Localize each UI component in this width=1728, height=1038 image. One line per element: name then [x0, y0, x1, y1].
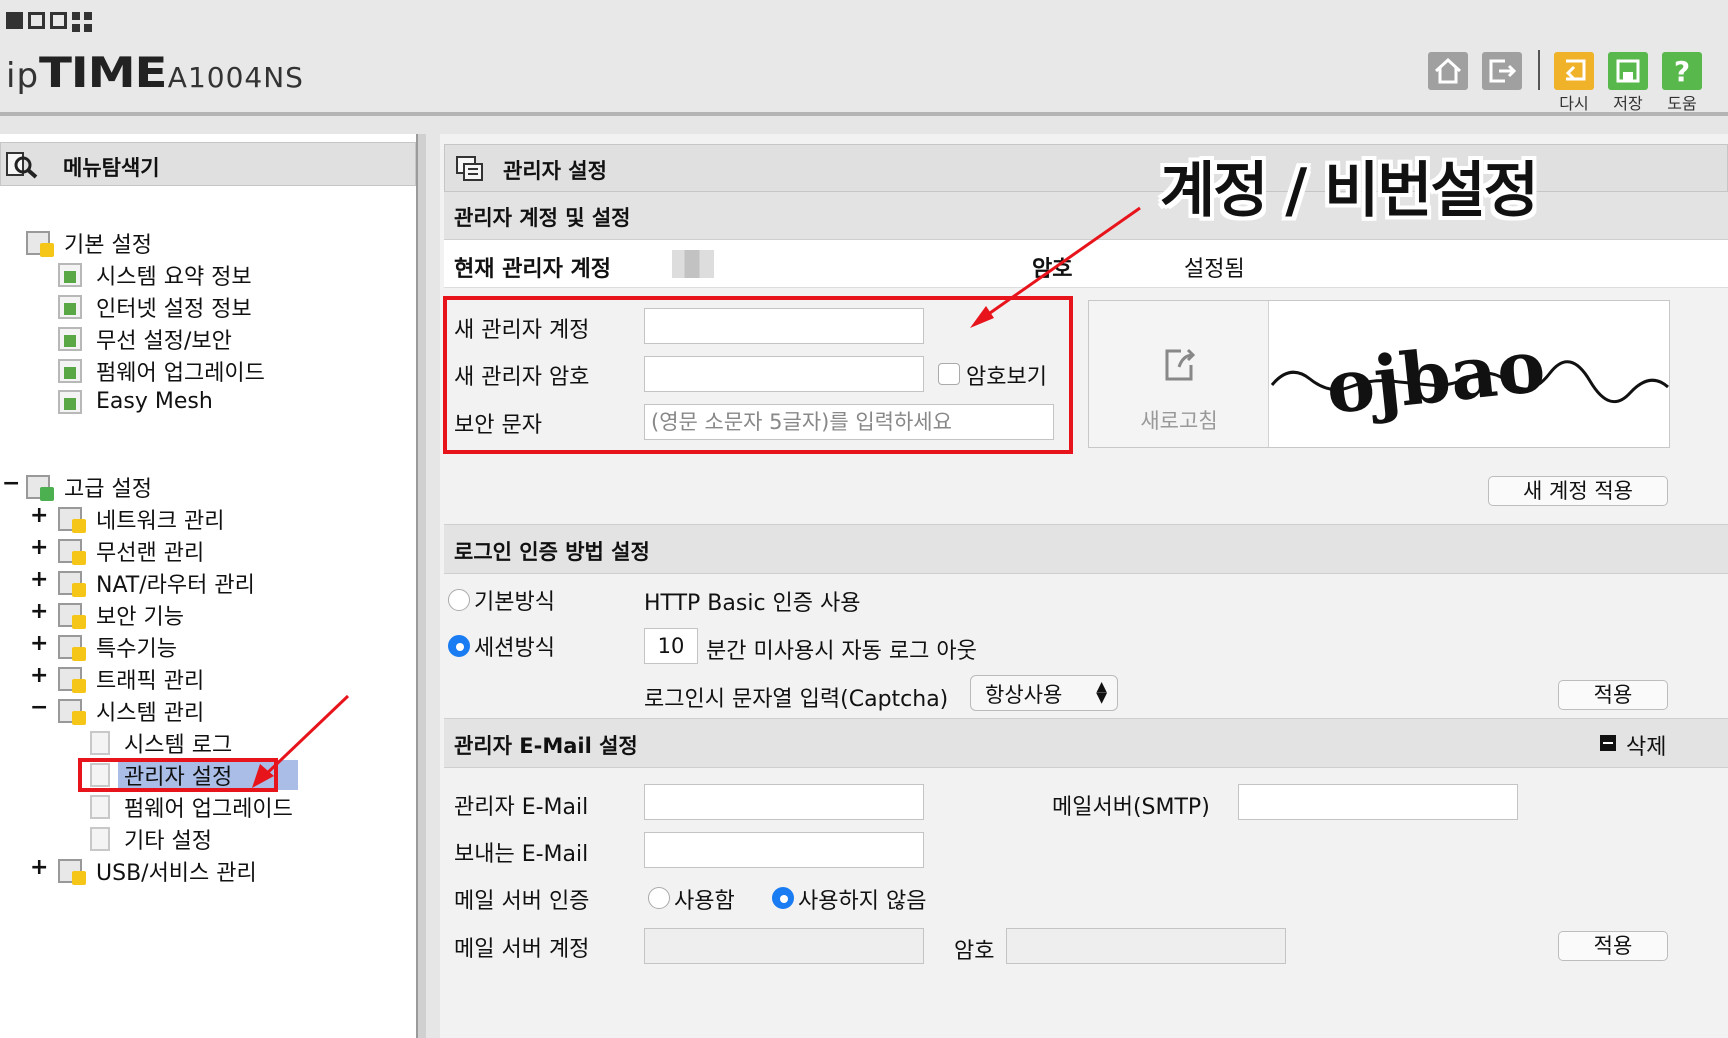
annotation-caption: 계정 / 비번설정	[1160, 156, 1539, 226]
arrow-head-icon	[252, 764, 274, 788]
arrow-head-icon	[970, 306, 994, 328]
annotation-arrow-account	[979, 206, 1141, 322]
annotation-arrow-sidebar	[260, 694, 350, 780]
